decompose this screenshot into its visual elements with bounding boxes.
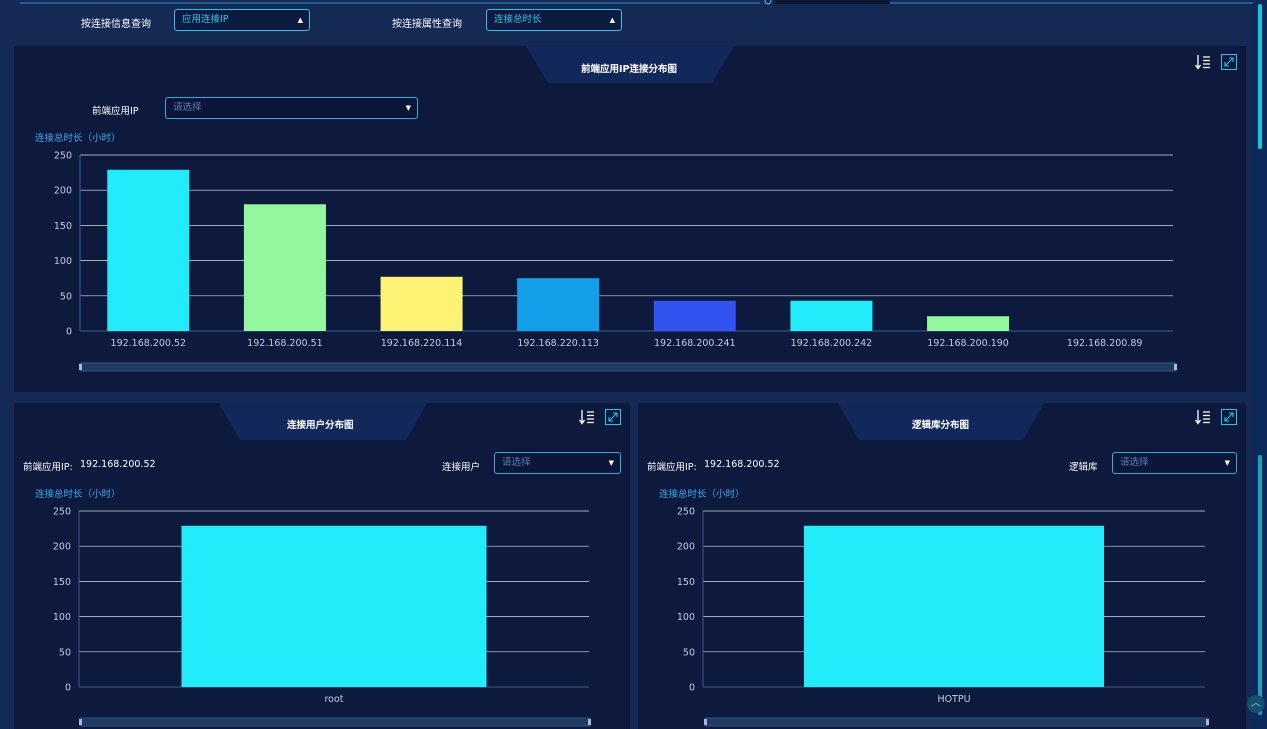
bar: [804, 525, 1104, 687]
y-tick-label: 150: [53, 577, 71, 588]
bar: [107, 169, 190, 331]
zoom-handle-right: [588, 719, 591, 725]
zoom-handle-left: [704, 719, 707, 725]
zoom-handle-right: [1174, 364, 1177, 370]
x-tick-label: 192.168.200.89: [1067, 338, 1143, 349]
bar: [181, 525, 487, 687]
bar: [517, 278, 600, 331]
zoom-handle-left: [79, 364, 82, 370]
x-tick-label: 192.168.200.242: [791, 338, 873, 349]
bar: [380, 276, 463, 331]
x-tick-label: 192.168.200.190: [927, 338, 1009, 349]
y-tick-label: 250: [677, 507, 695, 518]
y-axis-title: 连接总时长（小时）: [659, 488, 745, 500]
zoom-slider: [79, 362, 1177, 372]
scrollbar-thumb[interactable]: [1258, 455, 1262, 715]
chevron-up-icon[interactable]: ︿: [1247, 695, 1265, 713]
y-tick-label: 150: [54, 221, 72, 232]
y-tick-label: 50: [60, 291, 72, 302]
y-tick-label: 200: [53, 542, 71, 553]
y-tick-label: 50: [683, 647, 695, 658]
bar: [653, 300, 736, 331]
y-tick-label: 100: [54, 256, 72, 267]
x-tick-label: 192.168.200.52: [111, 338, 187, 349]
zoom-slider: [704, 717, 1209, 727]
y-tick-label: 100: [53, 612, 71, 623]
y-tick-label: 200: [677, 542, 695, 553]
zoom-handle-right: [1206, 719, 1209, 725]
zoom-handle-left: [79, 719, 82, 725]
x-tick-label: 192.168.200.241: [654, 338, 736, 349]
scrollbar-thumb[interactable]: [1258, 4, 1262, 149]
bar: [243, 204, 326, 331]
zoom-slider: [79, 717, 591, 727]
bar: [790, 300, 873, 331]
page-scrollbar[interactable]: [1253, 0, 1267, 729]
bar: [927, 316, 1010, 331]
y-tick-label: 200: [54, 186, 72, 197]
y-tick-label: 0: [65, 683, 71, 694]
y-axis-title: 连接总时长（小时）: [35, 132, 121, 144]
y-tick-label: 50: [59, 647, 71, 658]
y-axis-title: 连接总时长（小时）: [35, 488, 121, 500]
y-tick-label: 250: [54, 151, 72, 162]
y-tick-label: 150: [677, 577, 695, 588]
x-tick-label: 192.168.220.113: [517, 338, 599, 349]
x-tick-label: root: [324, 694, 343, 705]
y-tick-label: 250: [53, 507, 71, 518]
y-tick-label: 0: [66, 327, 72, 338]
charts-canvas: 连接总时长（小时） 0 50 100 150 200 250 192.168.200.52 19…: [35, 132, 1209, 727]
x-tick-label: HOTPU: [937, 694, 970, 705]
x-tick-label: 192.168.220.114: [381, 338, 463, 349]
y-tick-label: 0: [689, 683, 695, 694]
x-tick-label: 192.168.200.51: [247, 338, 323, 349]
y-tick-label: 100: [677, 612, 695, 623]
